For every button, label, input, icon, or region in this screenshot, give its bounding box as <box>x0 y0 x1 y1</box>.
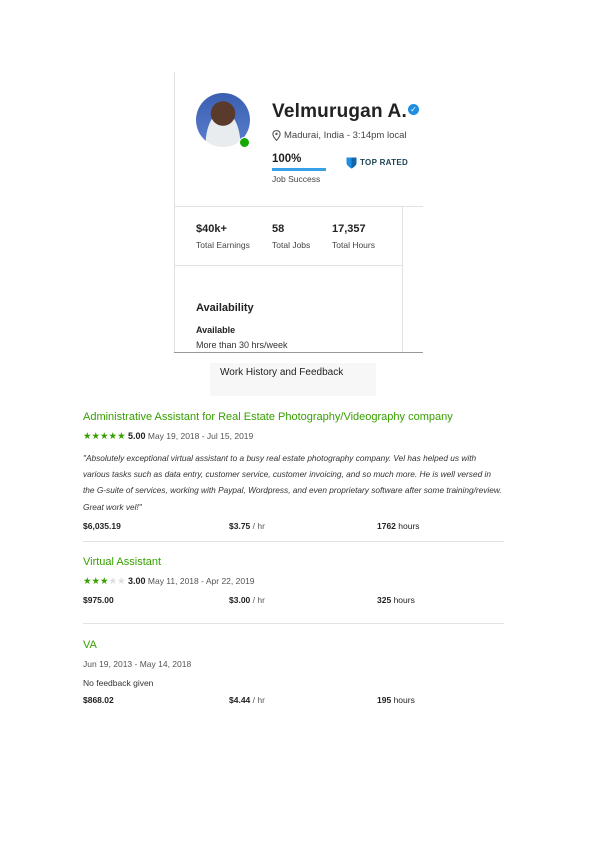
job-title-link[interactable]: VA <box>83 639 504 651</box>
top-rated-shield-icon <box>346 157 357 169</box>
job-success-label: Job Success <box>272 174 321 184</box>
job-earned: $975.00 <box>83 595 114 605</box>
tab-work-history[interactable]: Work History and Feedback <box>210 363 376 396</box>
job-hours: 1762 <box>377 520 396 531</box>
job-hours: 325 <box>377 595 392 605</box>
job-item: VA Jun 19, 2013 - May 14, 2018 No feedba… <box>83 639 504 707</box>
stat-total-hours-value: 17,357 <box>332 223 366 235</box>
location-time: Madurai, India - 3:14pm local <box>284 130 407 141</box>
rate-unit: / hr <box>252 595 265 605</box>
availability-heading: Availability <box>196 302 254 314</box>
stat-total-hours-label: Total Hours <box>332 240 375 250</box>
divider <box>83 541 504 542</box>
job-title-link[interactable]: Administrative Assistant for Real Estate… <box>83 411 504 423</box>
online-status-icon <box>239 137 250 148</box>
hours-unit: hours <box>398 520 420 531</box>
divider <box>83 623 504 624</box>
job-dates: May 19, 2018 - Jul 15, 2019 <box>147 431 254 441</box>
job-rate: $4.44 <box>229 695 251 705</box>
hours-unit: hours <box>393 595 415 605</box>
job-dates: May 11, 2018 - Apr 22, 2019 <box>147 576 255 586</box>
freelancer-name: Velmurugan A. <box>272 101 407 122</box>
stat-total-jobs-label: Total Jobs <box>272 240 311 250</box>
job-earnings-row: $868.02 $4.44 / hr 195 hours <box>83 695 504 707</box>
stat-total-jobs-value: 58 <box>272 223 285 235</box>
job-title-link[interactable]: Virtual Assistant <box>83 556 504 568</box>
divider <box>402 207 403 353</box>
job-item: Virtual Assistant ★★★★★ 3.00 May 11, 201… <box>83 556 504 607</box>
job-success-bar-fill <box>272 168 326 171</box>
profile-card-border <box>174 72 175 353</box>
job-hours: 195 <box>377 695 392 705</box>
verified-check-icon: ✓ <box>408 104 419 115</box>
job-rate: $3.00 <box>229 595 251 605</box>
job-rate: $3.75 <box>229 520 251 531</box>
stat-total-earnings-value: $40k+ <box>196 223 227 235</box>
availability-status: Available <box>196 325 236 335</box>
rating-score: 3.00 <box>127 576 146 586</box>
star-rating-icon: ★★★★★ <box>83 431 126 442</box>
rate-unit: / hr <box>252 695 265 705</box>
job-dates: Jun 19, 2013 - May 14, 2018 <box>83 659 192 669</box>
job-earned: $6,035.19 <box>83 520 121 531</box>
no-feedback-text: No feedback given <box>83 678 154 688</box>
job-success-percent: 100% <box>272 153 302 165</box>
availability-hours: More than 30 hrs/week <box>196 340 288 350</box>
job-earnings-row: $975.00 $3.00 / hr 325 hours <box>83 595 504 607</box>
divider <box>174 352 423 353</box>
rating-score: 5.00 <box>127 431 146 441</box>
job-rating: ★★★★★ 3.00 May 11, 2018 - Apr 22, 2019 <box>83 576 504 587</box>
job-earned: $868.02 <box>83 695 114 705</box>
job-item: Administrative Assistant for Real Estate… <box>83 411 504 533</box>
divider <box>174 206 423 207</box>
location-pin-icon <box>272 130 281 141</box>
job-earnings-row: $6,035.19 $3.75 / hr 1762 hours <box>83 521 504 533</box>
stat-total-earnings-label: Total Earnings <box>196 240 250 250</box>
client-feedback: "Absolutely exceptional virtual assistan… <box>83 453 502 512</box>
star-rating-icon: ★★★★★ <box>83 576 126 587</box>
divider <box>174 265 403 266</box>
job-rating: ★★★★★ 5.00 May 19, 2018 - Jul 15, 2019 <box>83 431 504 442</box>
hours-unit: hours <box>393 695 415 705</box>
top-rated-badge: TOP RATED <box>360 158 409 167</box>
rate-unit: / hr <box>252 520 265 531</box>
